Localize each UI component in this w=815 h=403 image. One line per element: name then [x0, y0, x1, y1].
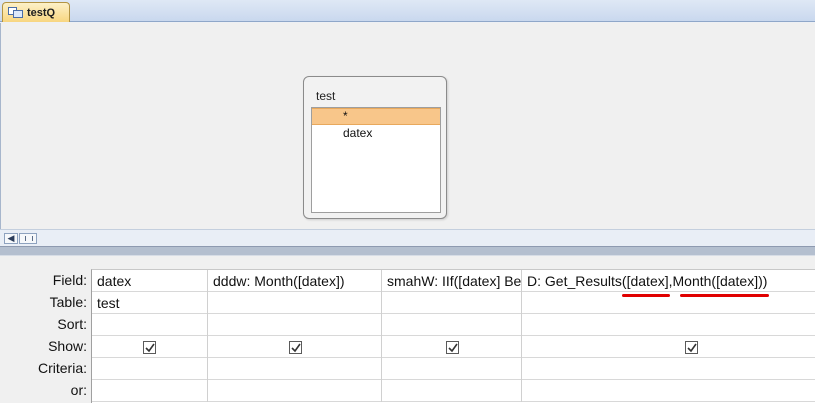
field-cell[interactable]: dddw: Month([datex]) — [208, 270, 382, 292]
sort-cell[interactable] — [92, 314, 208, 336]
document-tab-bar: testQ — [0, 0, 815, 22]
checkmark-icon — [145, 343, 155, 353]
table-cell[interactable]: test — [92, 292, 208, 314]
criteria-cell[interactable] — [522, 358, 815, 380]
field-cell[interactable]: datex — [92, 270, 208, 292]
field-cell[interactable]: D: Get_Results([datex],Month([datex])) — [522, 270, 815, 292]
pane-splitter[interactable] — [0, 246, 815, 256]
show-checkbox[interactable] — [446, 341, 459, 354]
show-row — [92, 336, 815, 358]
checkmark-icon — [687, 343, 697, 353]
show-cell — [208, 336, 382, 358]
query-design-grid-area: Field: Table: Sort: Show: Criteria: or: … — [0, 256, 815, 403]
sort-row — [92, 314, 815, 336]
criteria-cell[interactable] — [92, 358, 208, 380]
or-row — [92, 380, 815, 402]
row-label-or: or: — [70, 382, 87, 398]
or-cell[interactable] — [382, 380, 522, 402]
checkmark-icon — [448, 343, 458, 353]
criteria-row — [92, 358, 815, 380]
table-title: test — [316, 89, 336, 103]
or-cell[interactable] — [522, 380, 815, 402]
sort-cell[interactable] — [382, 314, 522, 336]
row-label-table: Table: — [49, 294, 87, 310]
tab-testq[interactable]: testQ — [2, 2, 70, 22]
field-list: * datex — [311, 107, 441, 213]
scroll-thumb[interactable] — [19, 233, 37, 244]
row-label-sort: Sort: — [57, 316, 87, 332]
show-checkbox[interactable] — [143, 341, 156, 354]
sort-cell[interactable] — [522, 314, 815, 336]
query-design-grid: datex dddw: Month([datex]) smahW: IIf([d… — [91, 269, 815, 403]
field-cell[interactable]: smahW: IIf([datex] Between — [382, 270, 522, 292]
field-row: datex dddw: Month([datex]) smahW: IIf([d… — [92, 270, 815, 292]
horizontal-scrollbar[interactable]: ◀ — [0, 229, 815, 246]
query-icon — [8, 6, 23, 19]
show-checkbox[interactable] — [685, 341, 698, 354]
criteria-cell[interactable] — [382, 358, 522, 380]
row-label-criteria: Criteria: — [37, 360, 87, 376]
or-cell[interactable] — [208, 380, 382, 402]
sort-cell[interactable] — [208, 314, 382, 336]
show-cell — [92, 336, 208, 358]
or-cell[interactable] — [92, 380, 208, 402]
show-cell — [382, 336, 522, 358]
table-field-list-window[interactable]: test * datex — [303, 76, 447, 219]
annotation-underline-month — [680, 294, 769, 297]
field-item-all[interactable]: * — [312, 108, 440, 125]
table-cell[interactable] — [382, 292, 522, 314]
scroll-left-icon[interactable]: ◀ — [4, 233, 18, 244]
annotation-underline-datex — [622, 294, 670, 297]
table-cell[interactable] — [208, 292, 382, 314]
checkmark-icon — [291, 343, 301, 353]
row-labels: Field: Table: Sort: Show: Criteria: or: — [0, 269, 91, 401]
criteria-cell[interactable] — [208, 358, 382, 380]
show-checkbox[interactable] — [289, 341, 302, 354]
row-label-show: Show: — [48, 338, 87, 354]
tab-label: testQ — [27, 6, 56, 19]
field-item-datex[interactable]: datex — [312, 125, 440, 141]
show-cell — [522, 336, 815, 358]
row-label-field: Field: — [52, 272, 87, 288]
